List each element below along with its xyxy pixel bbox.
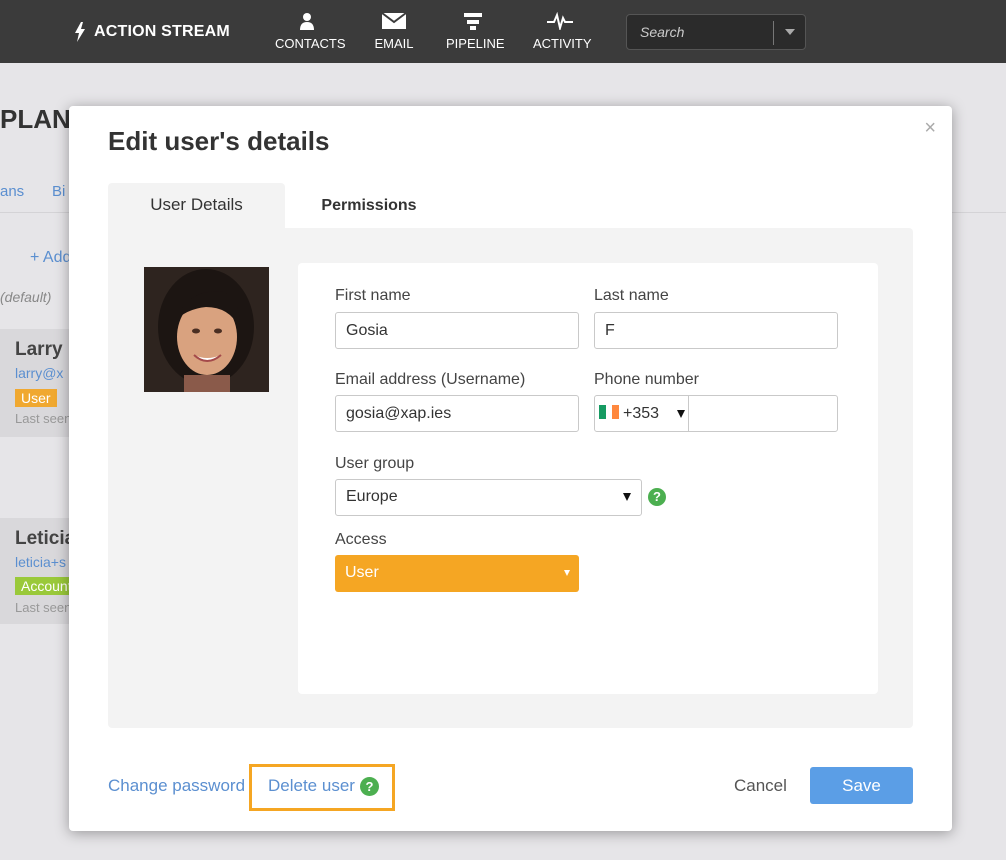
close-icon[interactable]: × bbox=[924, 118, 936, 138]
avatar[interactable] bbox=[144, 267, 269, 392]
bg-tab-plans[interactable]: ans bbox=[0, 183, 24, 200]
last-name-field[interactable]: F bbox=[594, 312, 838, 349]
search-placeholder: Search bbox=[640, 24, 685, 40]
help-icon[interactable]: ? bbox=[360, 777, 379, 796]
user-group-select[interactable]: Europe bbox=[335, 479, 642, 516]
delete-user-link[interactable]: Delete user bbox=[268, 776, 355, 796]
nav-pipeline-label: PIPELINE bbox=[446, 36, 505, 51]
email-label: Email address (Username) bbox=[335, 371, 526, 388]
edit-user-dialog: × Edit user's details User Details Permi… bbox=[69, 106, 952, 831]
search-divider bbox=[773, 21, 774, 45]
access-select[interactable]: User bbox=[335, 555, 579, 592]
pulse-icon bbox=[547, 12, 573, 30]
first-name-field[interactable]: Gosia bbox=[335, 312, 579, 349]
bg-tab-billing[interactable]: Bi bbox=[52, 183, 65, 200]
last-seen: Last seen bbox=[15, 411, 72, 426]
nav-contacts[interactable]: CONTACTS bbox=[275, 10, 346, 51]
search-box[interactable]: Search bbox=[626, 14, 806, 50]
nav-pipeline[interactable]: PIPELINE bbox=[446, 10, 505, 51]
user-email[interactable]: leticia+s bbox=[15, 554, 66, 570]
last-name-label: Last name bbox=[594, 287, 669, 304]
user-form: First name Gosia Last name F Email addre… bbox=[298, 263, 878, 694]
change-password-link[interactable]: Change password bbox=[108, 776, 245, 796]
chevron-down-icon[interactable] bbox=[785, 29, 795, 35]
country-code: +353 bbox=[623, 405, 660, 422]
profile-photo bbox=[144, 267, 269, 392]
user-group-value: Europe bbox=[346, 488, 398, 505]
save-button[interactable]: Save bbox=[810, 767, 913, 804]
tab-user-details[interactable]: User Details bbox=[108, 183, 285, 229]
funnel-icon bbox=[464, 13, 482, 30]
lightning-icon bbox=[75, 22, 85, 42]
cancel-button[interactable]: Cancel bbox=[734, 776, 787, 796]
user-name: Larry bbox=[15, 339, 63, 360]
user-email[interactable]: larry@x bbox=[15, 365, 63, 381]
brand-label: ACTION STREAM bbox=[94, 23, 230, 40]
user-details-panel: First name Gosia Last name F Email addre… bbox=[108, 228, 913, 728]
nav-email-label: EMAIL bbox=[374, 36, 414, 51]
nav-activity-label: ACTIVITY bbox=[533, 36, 592, 51]
top-nav-bar: ACTION STREAM CONTACTS EMAIL PIPELINE AC… bbox=[0, 0, 1006, 63]
help-icon[interactable]: ? bbox=[648, 488, 666, 506]
chevron-down-icon bbox=[564, 570, 570, 576]
user-name: Leticia bbox=[15, 528, 76, 549]
nav-contacts-label: CONTACTS bbox=[275, 36, 346, 51]
phone-label: Phone number bbox=[594, 371, 699, 388]
chevron-down-icon bbox=[677, 410, 685, 418]
nav-activity[interactable]: ACTIVITY bbox=[533, 10, 592, 51]
tab-permissions[interactable]: Permissions bbox=[285, 183, 453, 229]
ireland-flag-icon bbox=[599, 405, 620, 419]
phone-field: +353 bbox=[594, 395, 838, 432]
person-icon bbox=[300, 13, 314, 30]
chevron-down-icon bbox=[623, 493, 631, 501]
dialog-title: Edit user's details bbox=[108, 126, 330, 156]
nav-email[interactable]: EMAIL bbox=[372, 10, 416, 51]
access-value: User bbox=[345, 564, 379, 581]
brand-link[interactable]: ACTION STREAM bbox=[74, 22, 230, 42]
default-label: (default) bbox=[0, 289, 52, 305]
role-badge: User bbox=[15, 389, 57, 407]
user-group-label: User group bbox=[335, 455, 415, 472]
country-code-select[interactable]: +353 bbox=[595, 396, 689, 431]
access-label: Access bbox=[335, 531, 387, 548]
first-name-label: First name bbox=[335, 287, 411, 304]
envelope-icon bbox=[381, 12, 407, 29]
add-user-link[interactable]: + Add bbox=[30, 249, 71, 267]
email-field[interactable]: gosia@xap.ies bbox=[335, 395, 579, 432]
last-seen: Last seen bbox=[15, 600, 72, 615]
